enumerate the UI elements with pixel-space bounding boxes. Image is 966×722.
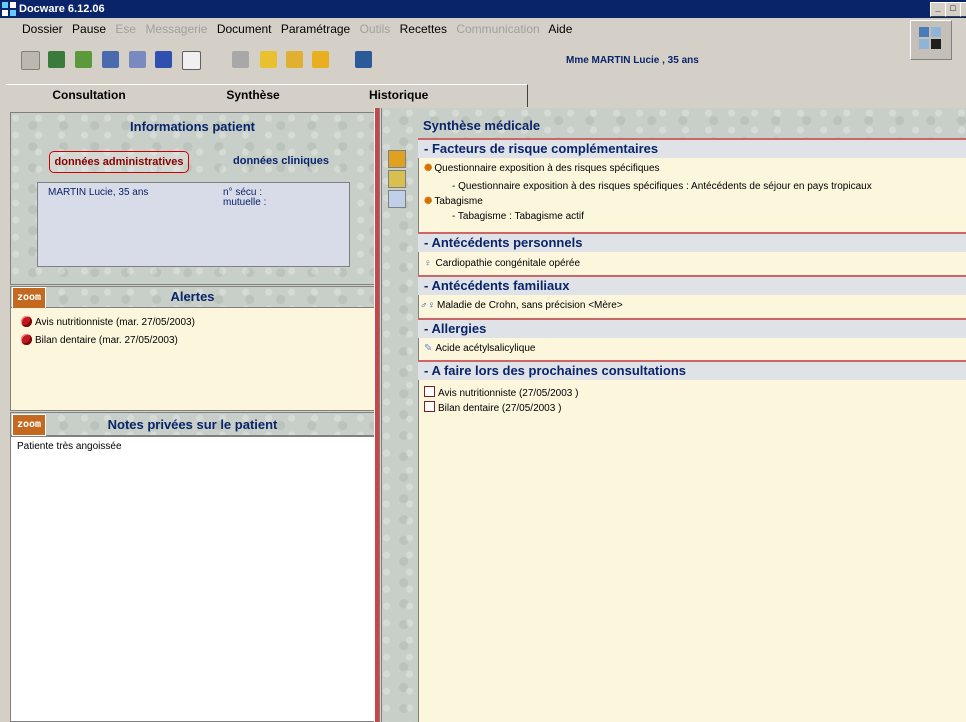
calendar-icon bbox=[424, 386, 435, 397]
section-allergies-header[interactable]: - Allergies bbox=[418, 318, 966, 338]
risk-icon: ✺ bbox=[424, 196, 433, 207]
document-icon[interactable] bbox=[182, 51, 201, 70]
check-folder-icon[interactable] bbox=[260, 51, 277, 68]
alert-item[interactable]: Avis nutritionniste (mar. 27/05/2003) bbox=[21, 316, 195, 328]
main-menu: Dossier Pause Ese Messagerie Document Pa… bbox=[22, 22, 578, 36]
synthese-folder-icon[interactable] bbox=[388, 170, 406, 188]
calendar-icon bbox=[424, 401, 435, 412]
toolbar: Mme MARTIN Lucie , 35 ans bbox=[0, 47, 905, 73]
person-icon: ♀ bbox=[424, 258, 432, 269]
clinical-data-button[interactable]: données cliniques bbox=[233, 155, 329, 167]
printer-icon[interactable] bbox=[232, 51, 249, 68]
notes-title: Notes privées sur le patient bbox=[107, 417, 278, 432]
window-title: Docware 6.12.06 bbox=[19, 3, 105, 15]
title-bar: Docware 6.12.06 _ □ bbox=[0, 0, 966, 18]
panel-splitter[interactable] bbox=[374, 108, 380, 722]
logo-graphic bbox=[919, 27, 941, 49]
section-afaire-header[interactable]: - A faire lors des prochaines consultati… bbox=[418, 360, 966, 380]
cross-folder-icon[interactable] bbox=[286, 51, 303, 68]
notes-textarea[interactable]: Patiente très angoissée bbox=[10, 436, 375, 722]
notes-header: zoom Notes privées sur le patient bbox=[10, 412, 375, 436]
facteur-text: Tabagisme bbox=[434, 196, 483, 207]
allergy-item: ✎ Acide acétylsalicylique bbox=[424, 343, 535, 354]
alerts-header: zoom Alertes bbox=[10, 286, 375, 309]
familial-item: ♂♀ Maladie de Crohn, sans précision <Mère… bbox=[420, 300, 623, 311]
antecedent-item: ♀ Cardiopathie congénitale opérée bbox=[424, 258, 580, 269]
app-icon bbox=[2, 2, 16, 16]
menu-aide[interactable]: Aide bbox=[548, 22, 572, 36]
docware-logo-icon bbox=[910, 20, 952, 60]
todo-text: Bilan dentaire (27/05/2003 ) bbox=[438, 403, 562, 414]
open-folder-icon[interactable] bbox=[312, 51, 329, 68]
tab-historique[interactable]: Historique bbox=[334, 84, 528, 107]
tab-consultation[interactable]: Consultation bbox=[6, 84, 173, 107]
synthese-settings-icon[interactable] bbox=[388, 150, 406, 168]
facteur-item: ✺ Tabagisme bbox=[424, 196, 483, 207]
section-perso-header[interactable]: - Antécédents personnels bbox=[418, 232, 966, 252]
maximize-button[interactable]: □ bbox=[945, 2, 961, 17]
admin-data-button[interactable]: données administratives bbox=[49, 151, 189, 173]
synthese-edit-icon[interactable] bbox=[388, 190, 406, 208]
menu-messagerie: Messagerie bbox=[145, 22, 208, 36]
notes-text: Patiente très angoissée bbox=[17, 441, 122, 452]
patient-identity-box: MARTIN Lucie, 35 ans n° sécu : mutuelle … bbox=[37, 182, 350, 267]
familial-text: Maladie de Crohn, sans précision <Mère> bbox=[437, 300, 623, 311]
menu-recettes[interactable]: Recettes bbox=[400, 22, 447, 36]
menu-dossier[interactable]: Dossier bbox=[22, 22, 63, 36]
synthese-title: Synthèse médicale bbox=[423, 118, 541, 133]
synthese-content bbox=[418, 140, 966, 722]
alert-text: Bilan dentaire (mar. 27/05/2003) bbox=[35, 335, 178, 346]
menu-ese: Ese bbox=[115, 22, 137, 36]
alerts-title: Alertes bbox=[170, 289, 215, 304]
tab-bar: Consultation Synthèse Historique bbox=[0, 84, 966, 107]
patient-name-age: MARTIN Lucie, 35 ans bbox=[48, 187, 149, 198]
close-button[interactable] bbox=[960, 2, 966, 17]
menu-pause[interactable]: Pause bbox=[72, 22, 106, 36]
family-icon[interactable] bbox=[48, 51, 65, 68]
menu-outils: Outils bbox=[359, 22, 391, 36]
minimize-button[interactable]: _ bbox=[930, 2, 946, 17]
todo-item: Avis nutritionniste (27/05/2003 ) bbox=[424, 386, 578, 399]
patient-info-title: Informations patient bbox=[130, 119, 255, 134]
section-facteurs-header[interactable]: - Facteurs de risque complémentaires bbox=[418, 138, 966, 158]
patient-info-panel: Informations patient données administrat… bbox=[10, 112, 375, 285]
menu-parametrage[interactable]: Paramétrage bbox=[281, 22, 350, 36]
menu-document[interactable]: Document bbox=[217, 22, 272, 36]
chart-icon[interactable] bbox=[102, 51, 119, 68]
patient-icon[interactable] bbox=[21, 51, 40, 70]
hospital-icon[interactable] bbox=[355, 51, 372, 68]
edit-icon[interactable] bbox=[129, 51, 146, 68]
alert-item[interactable]: Bilan dentaire (mar. 27/05/2003) bbox=[21, 334, 178, 346]
facteur-text: Questionnaire exposition à des risques s… bbox=[434, 163, 660, 174]
arrow-icon[interactable] bbox=[155, 51, 172, 68]
todo-item: Bilan dentaire (27/05/2003 ) bbox=[424, 401, 561, 414]
todo-text: Avis nutritionniste (27/05/2003 ) bbox=[438, 388, 579, 399]
facteur-detail: - Questionnaire exposition à des risques… bbox=[452, 181, 872, 192]
section-familiaux-header[interactable]: - Antécédents familiaux bbox=[418, 275, 966, 295]
tab-synthese[interactable]: Synthèse bbox=[172, 84, 335, 107]
facteur-detail: - Tabagisme : Tabagisme actif bbox=[452, 211, 584, 222]
antecedent-text: Cardiopathie congénitale opérée bbox=[435, 258, 581, 269]
family-icon: ♂♀ bbox=[420, 300, 435, 311]
allergy-text: Acide acétylsalicylique bbox=[435, 343, 536, 354]
mutuelle-label: mutuelle : bbox=[223, 197, 267, 208]
risk-icon: ✺ bbox=[424, 163, 433, 174]
menu-communication: Communication bbox=[456, 22, 540, 36]
pencil-icon[interactable] bbox=[75, 51, 92, 68]
alerts-list: Avis nutritionniste (mar. 27/05/2003) Bi… bbox=[10, 308, 375, 411]
alert-icon bbox=[21, 334, 32, 345]
patient-header: Mme MARTIN Lucie , 35 ans bbox=[566, 55, 699, 66]
facteur-item: ✺ Questionnaire exposition à des risques … bbox=[424, 163, 660, 174]
allergy-icon: ✎ bbox=[424, 343, 433, 354]
alert-text: Avis nutritionniste (mar. 27/05/2003) bbox=[35, 317, 195, 328]
alert-icon bbox=[21, 316, 32, 327]
